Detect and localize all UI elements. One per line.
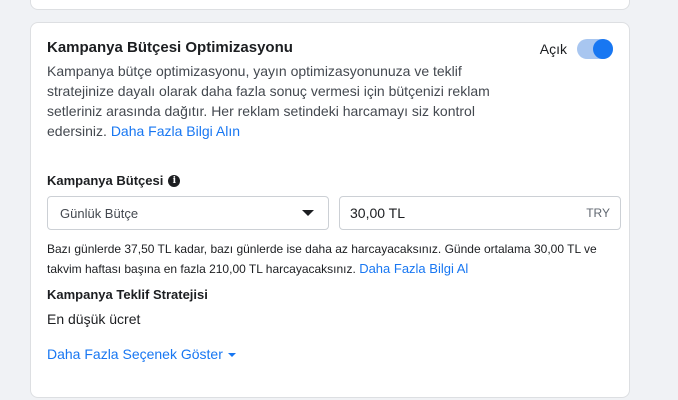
budget-type-select[interactable]: Günlük Bütçe — [47, 196, 329, 230]
toggle-knob — [593, 39, 613, 59]
budget-note-text: Bazı günlerde 37,50 TL kadar, bazı günle… — [47, 242, 597, 276]
campaign-budget-optimization-card: Kampanya Bütçesi Optimizasyonu Açık Kamp… — [30, 22, 630, 398]
cbo-toggle-group[interactable]: Açık — [540, 39, 613, 59]
section-description: Kampanya bütçe optimizasyonu, yayın opti… — [47, 61, 527, 141]
section-title: Kampanya Bütçesi Optimizasyonu — [47, 39, 293, 56]
cbo-toggle[interactable] — [577, 39, 613, 59]
budget-type-value: Günlük Bütçe — [60, 205, 139, 221]
budget-learn-more-link[interactable]: Daha Fazla Bilgi Al — [359, 261, 468, 276]
caret-down-icon — [227, 353, 236, 357]
more-options-label: Daha Fazla Seçenek Göster — [47, 346, 223, 362]
toggle-label: Açık — [539, 41, 567, 57]
learn-more-link[interactable]: Daha Fazla Bilgi Alın — [111, 123, 240, 139]
budget-amount-input[interactable]: 30,00 TL TRY — [339, 196, 621, 230]
budget-label: Kampanya Bütçesi i — [47, 173, 181, 188]
bid-strategy-label: Kampanya Teklif Stratejisi — [47, 287, 208, 302]
info-icon[interactable]: i — [168, 174, 181, 187]
currency-label: TRY — [586, 206, 610, 220]
show-more-options-link[interactable]: Daha Fazla Seçenek Göster — [47, 346, 236, 362]
budget-amount-value: 30,00 TL — [350, 205, 406, 221]
budget-note: Bazı günlerde 37,50 TL kadar, bazı günle… — [47, 239, 607, 279]
bid-strategy-value: En düşük ücret — [47, 311, 141, 327]
previous-card — [30, 0, 630, 10]
chevron-down-icon — [302, 210, 314, 216]
budget-label-text: Kampanya Bütçesi — [47, 173, 164, 188]
